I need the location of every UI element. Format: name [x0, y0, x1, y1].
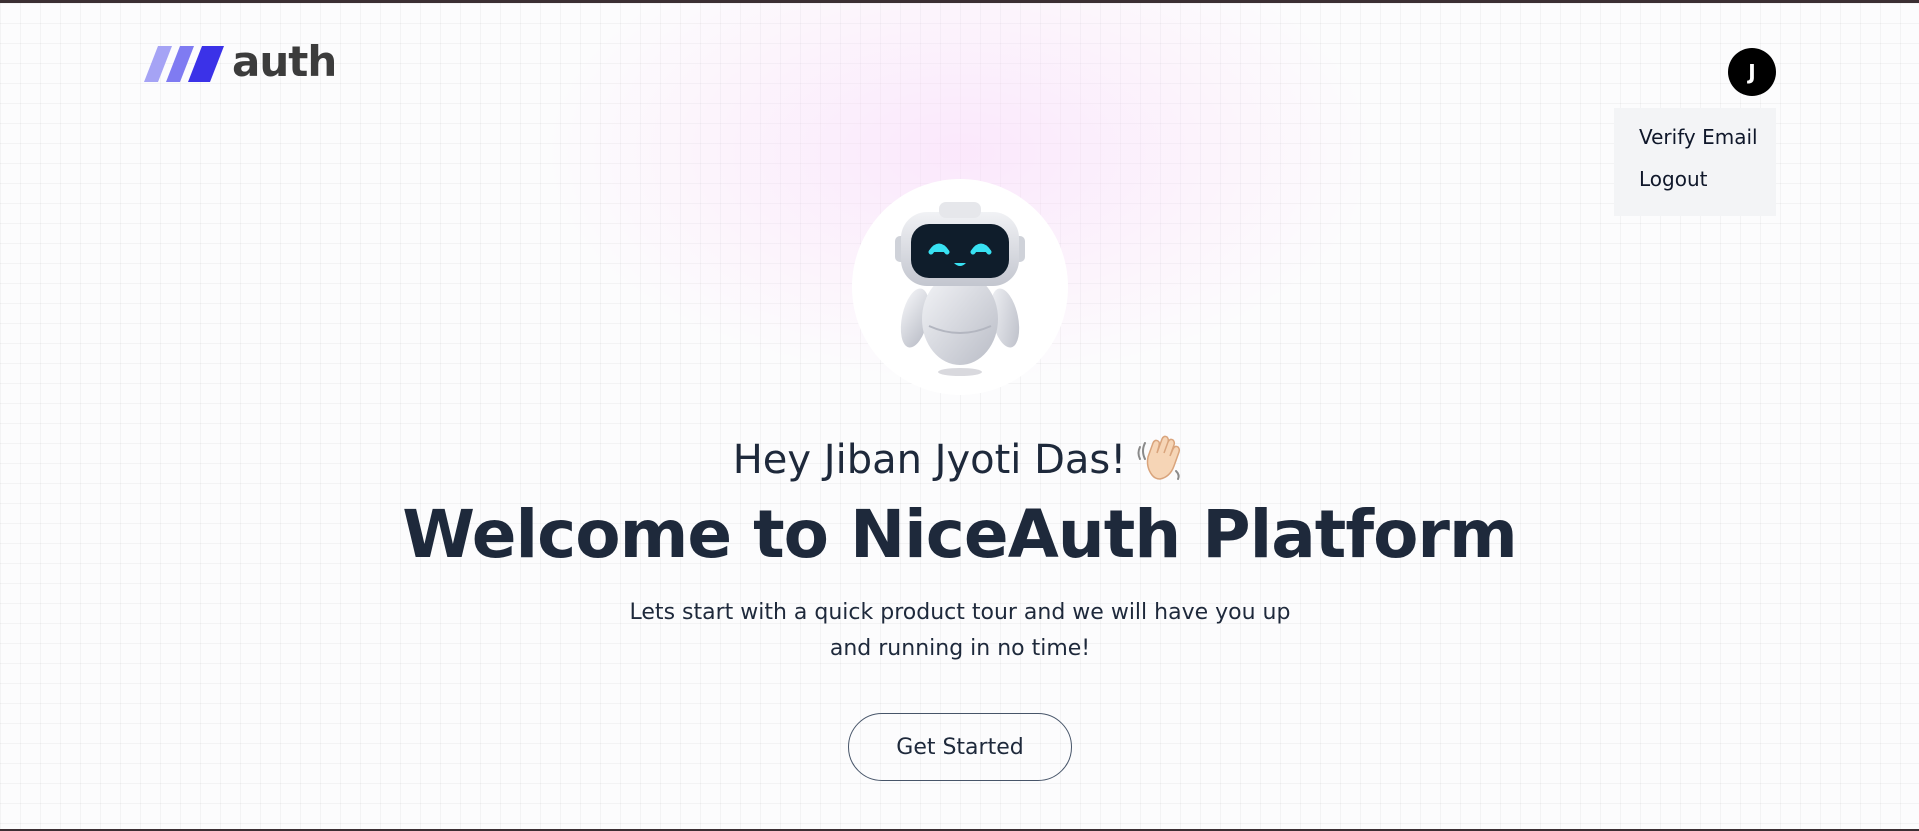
get-started-button[interactable]: Get Started [848, 713, 1072, 781]
menu-item-verify-email[interactable]: Verify Email [1639, 125, 1776, 167]
subtitle: Lets start with a quick product tour and… [629, 600, 1291, 661]
user-avatar[interactable]: J [1728, 48, 1776, 96]
waving-hand-icon [1137, 435, 1181, 480]
page-title: Welcome to NiceAuth Platform [402, 496, 1517, 573]
user-dropdown-menu: Verify Email Logout [1614, 108, 1776, 216]
logo-stripes-icon [144, 46, 224, 82]
logo-text: auth [232, 37, 337, 86]
greeting: Hey Jiban Jyoti Das! [0, 431, 1919, 483]
robot-icon [895, 202, 1025, 376]
page: auth J Verify Email Logout Hey Jiban Jyo… [0, 0, 1919, 831]
greeting-text: Hey Jiban Jyoti Das! [732, 437, 1127, 483]
logo[interactable]: auth [144, 41, 337, 83]
robot-avatar [852, 179, 1068, 395]
menu-item-logout[interactable]: Logout [1639, 167, 1776, 209]
